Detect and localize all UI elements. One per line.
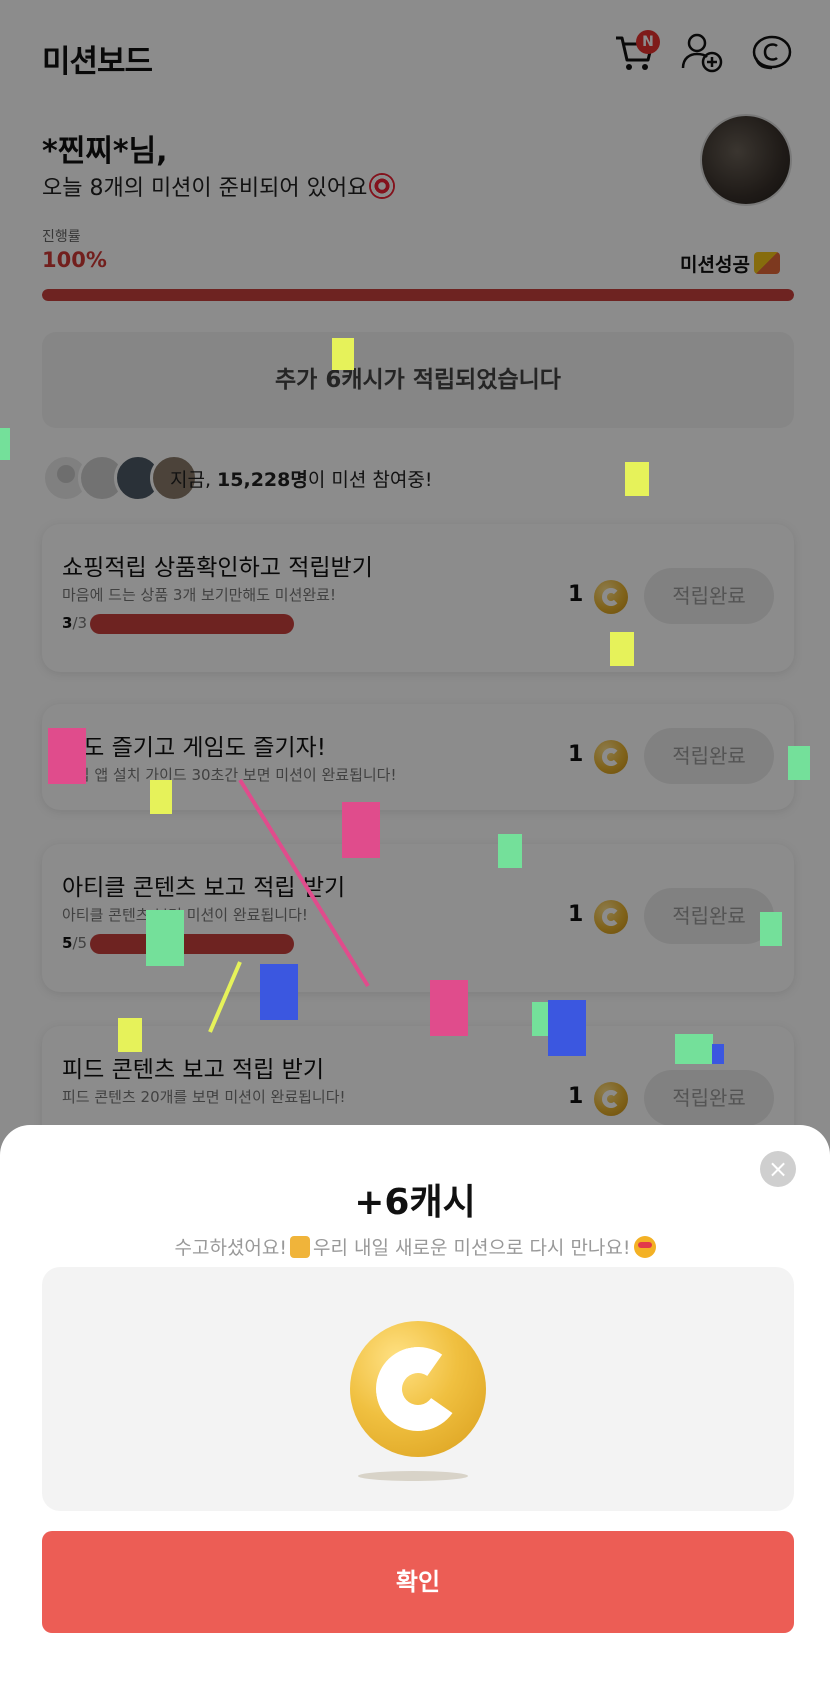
thumbs-up-icon [290,1236,310,1258]
heart-eyes-icon [633,1236,656,1258]
coin-illustration-box [42,1267,794,1511]
coin-shadow [358,1471,468,1481]
coin-icon [350,1321,486,1457]
reward-amount: +6캐시 [354,1182,476,1223]
reward-popup: × +6캐시 수고하셨어요! 우리 내일 새로운 미션으로 다시 만나요! 확인 [0,1125,830,1692]
reward-message: 수고하셨어요! 우리 내일 새로운 미션으로 다시 만나요! [0,1233,830,1260]
confirm-button[interactable]: 확인 [42,1531,794,1633]
